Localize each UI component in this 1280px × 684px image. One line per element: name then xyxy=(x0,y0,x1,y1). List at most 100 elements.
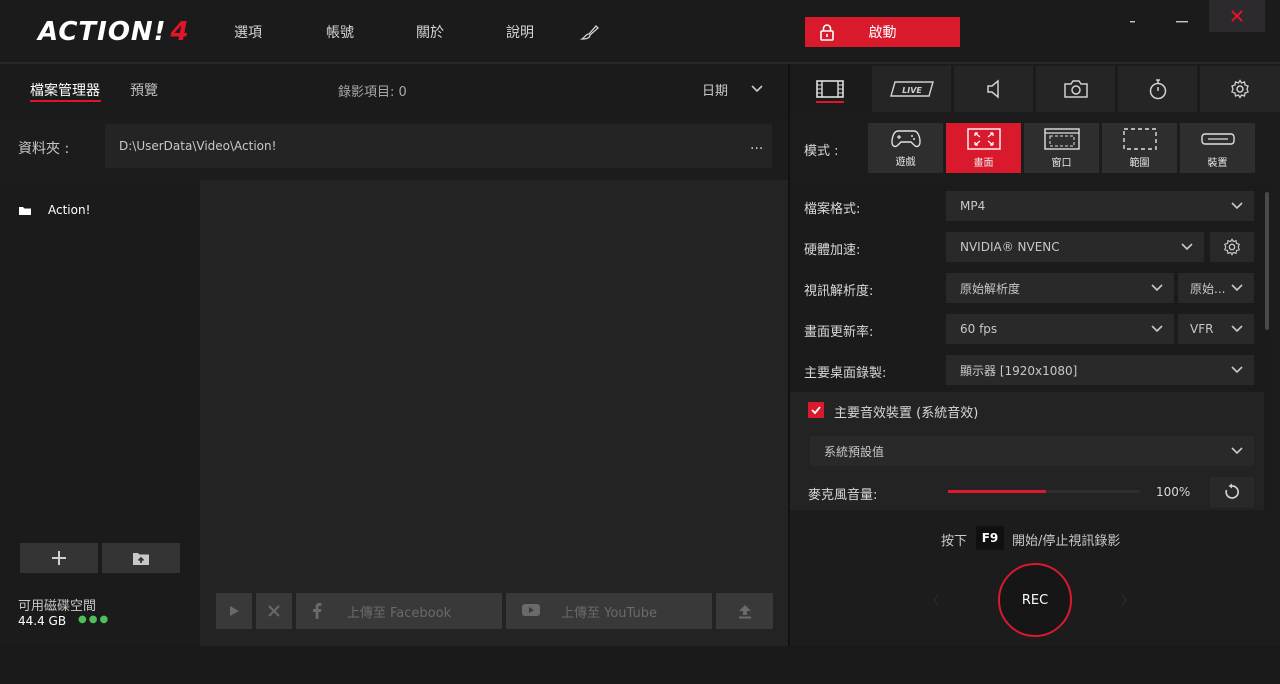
audio-device-select[interactable]: 系統預設值 xyxy=(810,436,1254,466)
tab-video-recording[interactable] xyxy=(790,66,871,112)
mode-device-label: 裝置 xyxy=(1207,157,1228,169)
audio-device-label: 主要音效裝置 (系統音效) xyxy=(834,406,979,421)
checkmark-icon xyxy=(808,402,824,418)
chevron-right-icon[interactable] xyxy=(1120,594,1128,606)
chevron-down-icon xyxy=(1231,366,1243,374)
resolution-value: 原始解析度 xyxy=(960,281,1021,296)
mode-game-button[interactable]: 遊戲 xyxy=(868,123,943,173)
recordings-list xyxy=(200,180,788,646)
resolution-label: 視訊解析度: xyxy=(804,284,874,299)
mode-label: 模式 : xyxy=(804,144,839,159)
delete-button[interactable] xyxy=(256,593,292,629)
gamepad-icon xyxy=(890,129,921,147)
plus-icon xyxy=(52,551,66,565)
hotkey-hint-text: 開始/停止視訊錄影 xyxy=(1012,534,1121,549)
mic-volume-value: 100% xyxy=(1156,485,1191,499)
framerate-select[interactable]: 60 fps xyxy=(946,314,1174,344)
disk-space-label: 可用磁碟空間 xyxy=(18,599,97,614)
chevron-down-icon xyxy=(1151,284,1163,292)
mode-region-button[interactable]: 範圍 xyxy=(1102,123,1177,173)
disk-space-value: 44.4 GB xyxy=(18,614,67,628)
close-icon[interactable] xyxy=(1209,0,1265,32)
title-bar xyxy=(0,0,1280,64)
settings-scrollbar-thumb[interactable] xyxy=(1265,192,1269,330)
browse-folder-button[interactable]: ... xyxy=(750,137,763,153)
menu-options[interactable]: 選項 xyxy=(234,22,262,42)
close-icon xyxy=(268,605,280,617)
import-button[interactable] xyxy=(102,543,180,573)
device-icon xyxy=(1200,132,1235,145)
framerate-value: 60 fps xyxy=(960,322,998,336)
mode-device-button[interactable]: 裝置 xyxy=(1180,123,1255,173)
reset-icon xyxy=(1225,483,1239,499)
disk-status-indicator: ●●● xyxy=(78,614,111,625)
camera-icon xyxy=(1063,80,1088,98)
fullscreen-icon xyxy=(966,127,1001,150)
chevron-down-icon xyxy=(1231,325,1243,333)
hw-accel-value: NVIDIA® NVENC xyxy=(960,240,1060,254)
desktop-select[interactable]: 顯示器 [1920x1080] xyxy=(946,355,1254,385)
signature-pen-icon[interactable] xyxy=(579,22,600,42)
sort-dropdown[interactable]: 日期 xyxy=(702,80,728,99)
desktop-label: 主要桌面錄製: xyxy=(804,366,887,381)
hotkey-badge: F9 xyxy=(976,526,1004,550)
upload-youtube-button[interactable]: 上傳至 YouTube xyxy=(506,593,712,629)
tab-timer[interactable] xyxy=(1118,66,1199,112)
upload-facebook-button[interactable]: 上傳至 Facebook xyxy=(296,593,502,629)
region-icon xyxy=(1122,127,1157,150)
mic-volume-label: 麥克風音量: xyxy=(808,488,878,503)
tree-item-label: Action! xyxy=(48,203,91,217)
play-button[interactable] xyxy=(216,593,252,629)
tab-screenshot[interactable] xyxy=(1036,66,1117,112)
upload-icon xyxy=(738,605,751,619)
chevron-down-icon xyxy=(1231,284,1243,292)
activate-button[interactable]: 啟動 xyxy=(805,17,960,47)
add-folder-button[interactable] xyxy=(20,543,98,573)
menu-about[interactable]: 關於 xyxy=(416,22,444,42)
youtube-icon xyxy=(522,604,540,616)
mode-screen-button[interactable]: 畫面 xyxy=(946,123,1021,173)
film-icon xyxy=(815,80,844,98)
desktop-value: 顯示器 [1920x1080] xyxy=(960,363,1078,378)
tree-item[interactable]: Action! xyxy=(18,203,90,217)
file-format-select[interactable]: MP4 xyxy=(946,191,1254,221)
tab-file-manager[interactable]: 檔案管理器 xyxy=(30,80,100,100)
mode-screen-label: 畫面 xyxy=(973,157,994,169)
resolution-secondary-select[interactable]: 原始... xyxy=(1178,273,1254,303)
tab-settings[interactable] xyxy=(1200,66,1280,112)
resolution-select[interactable]: 原始解析度 xyxy=(946,273,1174,303)
status-bar xyxy=(0,646,1280,684)
audio-device-checkbox[interactable] xyxy=(808,402,824,418)
record-button[interactable]: REC xyxy=(998,563,1072,637)
maximize-icon[interactable] xyxy=(1174,14,1190,28)
framerate-mode-value: VFR xyxy=(1190,322,1214,336)
framerate-mode-select[interactable]: VFR xyxy=(1178,314,1254,344)
mode-window-button[interactable]: 窗口 xyxy=(1024,123,1099,173)
mode-game-label: 遊戲 xyxy=(895,156,916,168)
gear-icon xyxy=(1231,79,1249,99)
facebook-icon xyxy=(313,603,322,619)
live-icon: LIVE xyxy=(889,81,934,97)
tab-live-streaming[interactable]: LIVE xyxy=(872,66,953,112)
gear-icon xyxy=(1224,238,1240,256)
hotkey-hint-prefix: 按下 xyxy=(941,534,968,549)
mic-reset-button[interactable] xyxy=(1210,477,1254,507)
framerate-label: 畫面更新率: xyxy=(804,325,874,340)
logo-text: ACTION! xyxy=(38,17,167,47)
tab-audio-recording[interactable] xyxy=(954,66,1035,112)
active-tab-indicator xyxy=(816,101,844,103)
folder-label: 資料夾 : xyxy=(18,141,70,157)
hw-accel-select[interactable]: NVIDIA® NVENC xyxy=(946,232,1204,262)
tab-preview[interactable]: 預覽 xyxy=(130,80,158,100)
menu-help[interactable]: 說明 xyxy=(506,22,534,42)
play-icon xyxy=(230,606,239,616)
minimize-icon[interactable] xyxy=(1126,14,1140,28)
chevron-left-icon[interactable] xyxy=(932,594,940,606)
folder-icon xyxy=(19,206,31,215)
chevron-down-icon[interactable] xyxy=(750,82,764,96)
speaker-icon xyxy=(986,79,999,99)
hw-accel-settings-button[interactable] xyxy=(1210,232,1254,262)
mode-region-label: 範圍 xyxy=(1129,157,1150,169)
menu-account[interactable]: 帳號 xyxy=(326,22,354,42)
upload-button[interactable] xyxy=(716,593,773,629)
